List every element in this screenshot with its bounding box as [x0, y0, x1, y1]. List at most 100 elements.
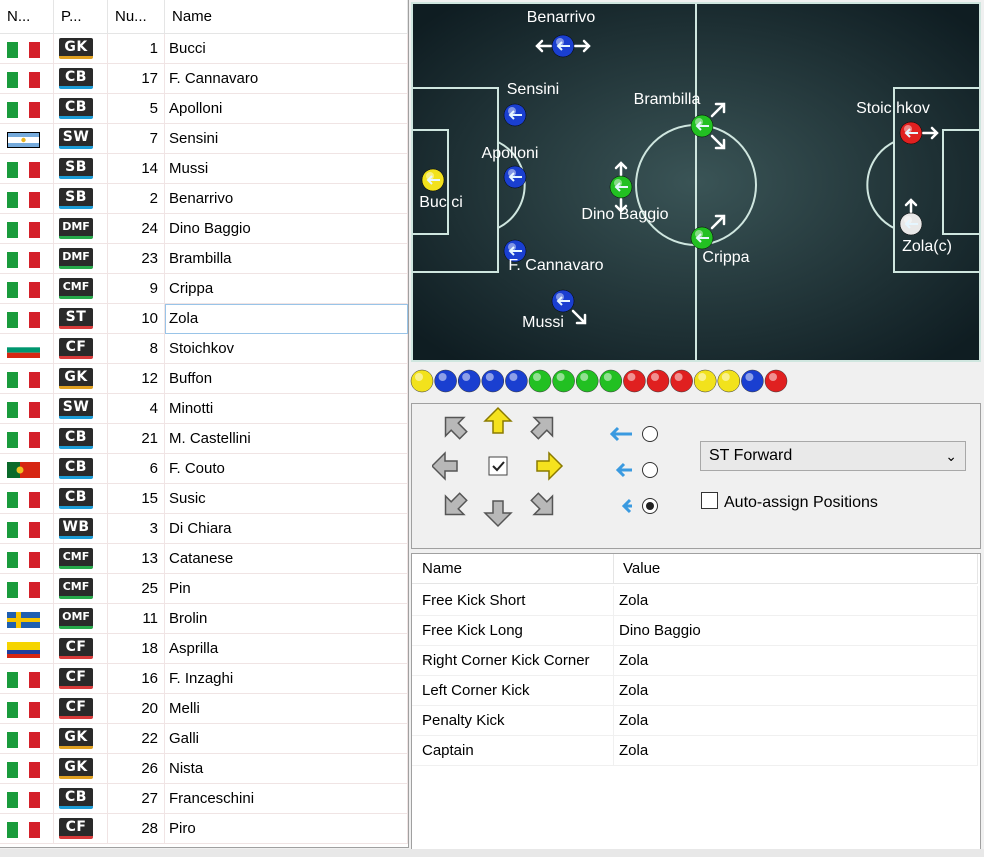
col-nationality[interactable]: N... [0, 0, 54, 34]
table-row[interactable]: ST 10 Zola [0, 304, 408, 334]
table-row[interactable]: SB 2 Benarrivo [0, 184, 408, 214]
table-row[interactable]: SW 4 Minotti [0, 394, 408, 424]
number-cell: 20 [108, 694, 165, 724]
player-label: F. Cannavaro [508, 257, 603, 274]
table-row[interactable]: GK 26 Nista [0, 754, 408, 784]
table-row[interactable]: CMF 13 Catanese [0, 544, 408, 574]
player-name-cell: Apolloni [165, 94, 408, 124]
position-cell: OMF [54, 604, 108, 634]
set-piece-value[interactable]: Zola [614, 706, 978, 736]
number-cell: 16 [108, 664, 165, 694]
position-badge: DMF [59, 218, 93, 239]
player-label: Dino Baggio [581, 206, 668, 223]
arrow-right-icon[interactable] [536, 451, 564, 481]
col-name[interactable]: Name [165, 0, 408, 34]
number-cell: 26 [108, 754, 165, 784]
table-row[interactable]: Left Corner Kick Zola [412, 676, 978, 706]
col-set-piece-value[interactable]: Value [614, 554, 978, 584]
formation-pitch[interactable]: Benarrivo Sensini Apolloni Buc ci F. Cannava… [411, 2, 981, 362]
arrow-up-icon[interactable] [483, 406, 513, 434]
arrow-up-left-icon[interactable] [436, 408, 472, 444]
table-row[interactable]: SB 14 Mussi [0, 154, 408, 184]
table-row[interactable]: CMF 9 Crippa [0, 274, 408, 304]
ball-highlight [533, 373, 541, 381]
table-row[interactable]: DMF 24 Dino Baggio [0, 214, 408, 244]
player-name-cell: F. Inzaghi [165, 664, 408, 694]
table-row[interactable]: CB 27 Franceschini [0, 784, 408, 814]
position-badge: GK [59, 728, 93, 749]
position-cell: ST [54, 304, 108, 334]
nationality-cell [0, 484, 54, 514]
position-cell: CB [54, 64, 108, 94]
strategy-select[interactable]: ST Forward ⌄ [700, 441, 966, 471]
set-piece-name: Right Corner Kick Corner [412, 646, 614, 676]
set-piece-value[interactable]: Zola [614, 676, 978, 706]
player-name-cell: Bucci [165, 34, 408, 64]
table-row[interactable]: Free Kick Short Zola [412, 586, 978, 616]
table-row[interactable]: CMF 25 Pin [0, 574, 408, 604]
arrow-down-right-icon[interactable] [526, 488, 562, 524]
color-ball-icon [505, 369, 528, 393]
table-row[interactable]: CB 21 M. Castellini [0, 424, 408, 454]
table-row[interactable]: GK 1 Bucci [0, 34, 408, 64]
nationality-cell [0, 334, 54, 364]
position-badge: CMF [59, 278, 93, 299]
nationality-cell [0, 544, 54, 574]
table-row[interactable]: GK 12 Buffon [0, 364, 408, 394]
set-piece-value[interactable]: Zola [614, 586, 978, 616]
arrow-up-right-icon[interactable] [526, 408, 562, 444]
set-piece-value[interactable]: Dino Baggio [614, 616, 978, 646]
player-label: Mussi [522, 314, 564, 331]
checkbox-icon[interactable] [701, 492, 718, 509]
flag-icon-italy [7, 732, 40, 748]
table-row[interactable]: WB 3 Di Chiara [0, 514, 408, 544]
table-row[interactable]: CF 18 Asprilla [0, 634, 408, 664]
col-position[interactable]: P... [54, 0, 108, 34]
table-row[interactable]: CB 17 F. Cannavaro [0, 64, 408, 94]
roster-header: N... P... Nu... Name [0, 0, 408, 34]
set-piece-name: Captain [412, 736, 614, 766]
auto-assign-checkbox[interactable]: Auto-assign Positions [701, 492, 878, 512]
table-row[interactable]: Captain Zola [412, 736, 978, 766]
checkbox-center-icon[interactable] [488, 456, 508, 476]
table-row[interactable]: SW 7 Sensini [0, 124, 408, 154]
radio-medium-arrow[interactable] [642, 462, 658, 478]
player-name-cell: Crippa [165, 274, 408, 304]
table-row[interactable]: OMF 11 Brolin [0, 604, 408, 634]
table-row[interactable]: CF 20 Melli [0, 694, 408, 724]
radio-long-arrow[interactable] [642, 426, 658, 442]
table-row[interactable]: CF 16 F. Inzaghi [0, 664, 408, 694]
color-ball-icon [623, 369, 646, 393]
status-bar [0, 849, 984, 857]
arrow-down-icon[interactable] [483, 500, 513, 528]
col-set-piece-name[interactable]: Name [412, 554, 614, 584]
col-number[interactable]: Nu... [108, 0, 165, 34]
table-row[interactable]: DMF 23 Brambilla [0, 244, 408, 274]
table-row[interactable]: CB 6 F. Couto [0, 454, 408, 484]
table-row[interactable]: CB 15 Susic [0, 484, 408, 514]
roster-list[interactable]: N... P... Nu... Name GK 1 Bucci CB 17 F. Cann… [0, 0, 409, 848]
table-row[interactable]: CB 5 Apolloni [0, 94, 408, 124]
set-piece-value[interactable]: Zola [614, 736, 978, 766]
player-label: Buc ci [419, 194, 463, 211]
flag-icon-italy [7, 372, 40, 388]
flag-icon-italy [7, 582, 40, 598]
direction-pad[interactable] [432, 406, 592, 546]
table-row[interactable]: GK 22 Galli [0, 724, 408, 754]
position-badge: CB [59, 488, 93, 509]
arrow-down-left-icon[interactable] [436, 488, 472, 524]
table-row[interactable]: Penalty Kick Zola [412, 706, 978, 736]
set-piece-name: Free Kick Short [412, 586, 614, 616]
player-name-cell: Piro [165, 814, 408, 844]
table-row[interactable]: Free Kick Long Dino Baggio [412, 616, 978, 646]
table-row[interactable]: CF 28 Piro [0, 814, 408, 844]
set-piece-table[interactable]: Name Value Free Kick Short Zola Free Kick … [411, 553, 981, 855]
arrow-left-icon[interactable] [432, 451, 458, 481]
set-piece-value[interactable]: Zola [614, 646, 978, 676]
radio-short-arrow[interactable] [642, 498, 658, 514]
flag-icon-italy [7, 222, 40, 238]
table-row[interactable]: Right Corner Kick Corner Zola [412, 646, 978, 676]
nationality-cell [0, 634, 54, 664]
table-row[interactable]: CF 8 Stoichkov [0, 334, 408, 364]
nationality-cell [0, 754, 54, 784]
